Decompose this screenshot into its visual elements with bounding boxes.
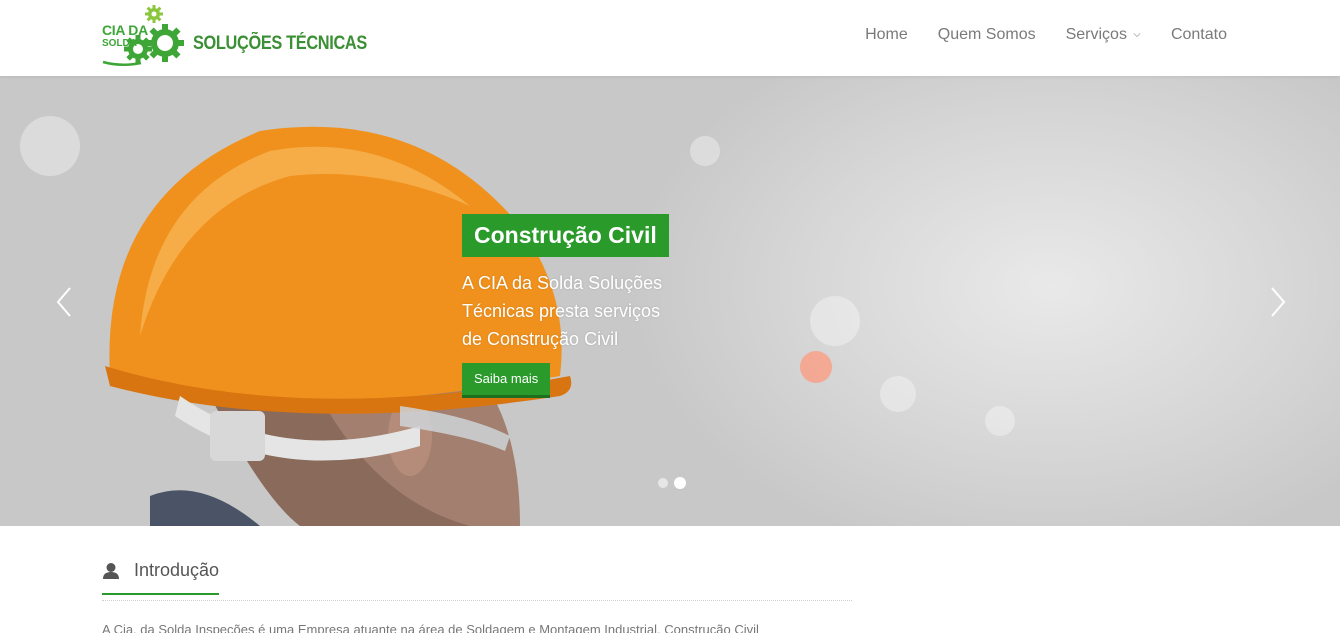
bokeh-light [880,376,916,412]
bokeh-red-light [800,351,832,383]
logo-cia-text: CIA DA [102,22,148,38]
section-title: Introdução [134,560,220,580]
chevron-left-icon[interactable] [54,286,74,318]
user-icon [103,562,119,579]
nav-servicos[interactable]: Serviços [1066,26,1141,44]
nav-contato-label: Contato [1170,26,1227,43]
slider-dot[interactable] [658,478,668,488]
nav-quem-somos[interactable]: Quem Somos [938,26,1036,44]
section-divider [102,600,852,601]
gear-logo-icon: CIA DA SOLDA [101,5,185,69]
slide-caption: Construção Civil A CIA da Solda Soluções… [462,214,702,398]
slider-pagination [658,477,686,489]
slide-description: A CIA da Solda Soluções Técnicas presta … [462,273,663,349]
hero-slider: Construção Civil A CIA da Solda Soluções… [0,76,1340,526]
intro-section: Introdução A Cia. da Solda Inspeções é u… [102,560,852,633]
logo-wordmark: SOLUÇÕES TÉCNICAS [193,33,367,54]
bokeh-light [985,406,1015,436]
nav-home-label: Home [865,26,908,43]
saiba-mais-button[interactable]: Saiba mais [462,363,551,398]
nav-quem-somos-label: Quem Somos [937,26,1036,43]
chevron-down-icon [1133,33,1141,38]
chevron-right-icon[interactable] [1268,286,1288,318]
bokeh-light [810,296,860,346]
main-nav: Home Quem Somos Serviços Contato [835,26,1227,44]
section-heading: Introdução [102,560,220,595]
nav-servicos-label: Serviços [1065,26,1127,43]
company-logo[interactable]: CIA DA SOLDA SOLUÇÕES TÉCNICAS [101,5,367,69]
site-header: CIA DA SOLDA SOLUÇÕES TÉCNICAS Home Quem… [0,0,1340,76]
slide-title: Construção Civil [462,214,669,257]
intro-paragraph: A Cia. da Solda Inspeções é uma Empresa … [102,622,759,633]
nav-contato[interactable]: Contato [1171,26,1227,44]
logo-solda-text: SOLDA [102,38,137,49]
slider-dot-active[interactable] [674,477,686,489]
nav-home[interactable]: Home [865,26,908,44]
